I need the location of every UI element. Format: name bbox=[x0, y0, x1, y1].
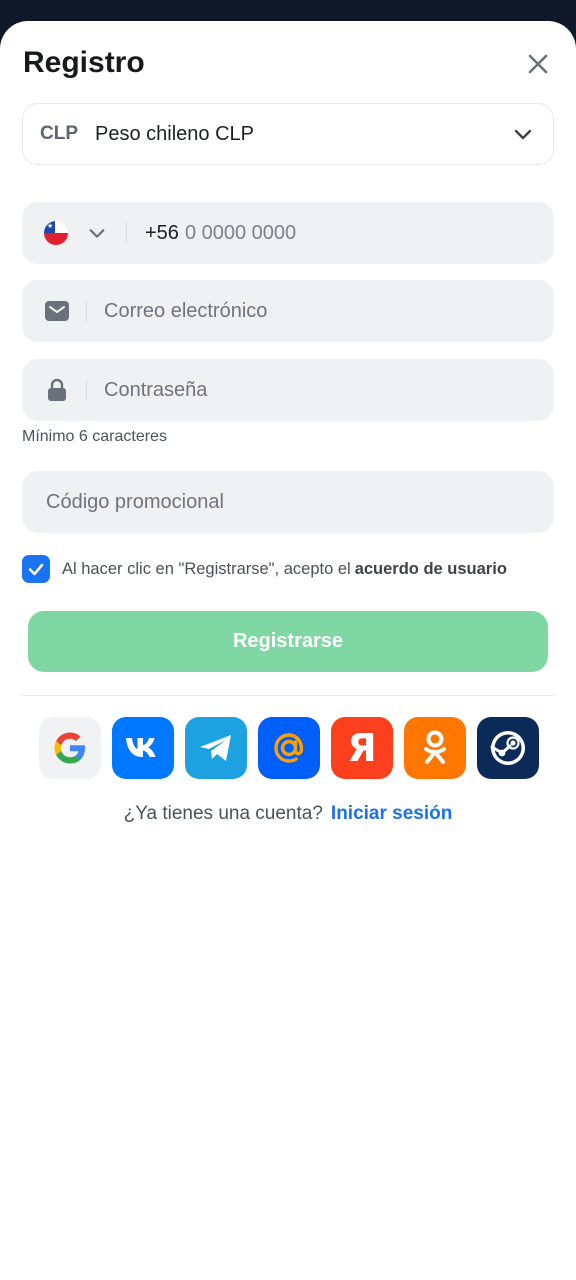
currency-name: Peso chileno CLP bbox=[95, 122, 254, 145]
close-icon bbox=[528, 54, 548, 74]
telegram-icon bbox=[200, 735, 231, 761]
promo-code-input[interactable]: Código promocional bbox=[46, 491, 224, 514]
login-link[interactable]: Iniciar sesión bbox=[331, 803, 452, 824]
ok-login-button[interactable] bbox=[404, 717, 466, 779]
login-prompt: ¿Ya tienes una cuenta? Iniciar sesión bbox=[0, 803, 576, 825]
chevron-down-icon bbox=[514, 129, 532, 140]
password-input[interactable]: Contraseña bbox=[104, 379, 207, 402]
promo-code-field[interactable]: Código promocional bbox=[22, 471, 554, 533]
google-icon bbox=[54, 732, 85, 764]
register-button[interactable]: Registrarse bbox=[28, 611, 548, 672]
checkmark-icon bbox=[28, 563, 44, 576]
currency-code: CLP bbox=[40, 123, 78, 144]
currency-select[interactable]: CLP Peso chileno CLP bbox=[22, 103, 554, 165]
phone-prefix: +56 bbox=[145, 221, 179, 244]
at-icon bbox=[274, 733, 304, 763]
password-hint: Mínimo 6 caracteres bbox=[22, 428, 167, 445]
steam-icon bbox=[490, 731, 525, 765]
mail-login-button[interactable] bbox=[258, 717, 320, 779]
vk-icon bbox=[126, 738, 156, 757]
agreement-text: Al hacer clic en "Registrarse", acepto e… bbox=[62, 559, 507, 578]
chile-flag-icon[interactable]: ★ bbox=[44, 221, 68, 245]
email-input[interactable]: Correo electrónico bbox=[104, 300, 267, 323]
steam-login-button[interactable] bbox=[477, 717, 539, 779]
agreement-checkbox[interactable] bbox=[22, 555, 50, 583]
user-agreement-link[interactable]: acuerdo de usuario bbox=[355, 560, 507, 578]
password-field[interactable]: Contraseña bbox=[22, 359, 554, 421]
envelope-icon bbox=[44, 301, 70, 321]
google-login-button[interactable] bbox=[39, 717, 101, 779]
login-question: ¿Ya tienes una cuenta? bbox=[123, 803, 323, 824]
ok-icon bbox=[424, 730, 446, 764]
social-login-row: Я bbox=[39, 717, 539, 779]
telegram-login-button[interactable] bbox=[185, 717, 247, 779]
yandex-login-button[interactable]: Я bbox=[331, 717, 393, 779]
page-title: Registro bbox=[23, 46, 145, 79]
header: Registro bbox=[23, 45, 553, 81]
close-button[interactable] bbox=[523, 49, 553, 79]
agreement-row: Al hacer clic en "Registrarse", acepto e… bbox=[22, 555, 507, 583]
vk-login-button[interactable] bbox=[112, 717, 174, 779]
email-field[interactable]: Correo electrónico bbox=[22, 280, 554, 342]
phone-input[interactable]: 0 0000 0000 bbox=[185, 222, 296, 245]
divider bbox=[22, 695, 554, 696]
yandex-icon: Я bbox=[347, 726, 377, 770]
registration-sheet: Registro CLP Peso chileno CLP ★ +56 0 00… bbox=[0, 21, 576, 1280]
chevron-down-icon[interactable] bbox=[88, 224, 106, 242]
divider bbox=[126, 222, 127, 244]
lock-icon bbox=[44, 378, 70, 402]
phone-field[interactable]: ★ +56 0 0000 0000 bbox=[22, 202, 554, 264]
